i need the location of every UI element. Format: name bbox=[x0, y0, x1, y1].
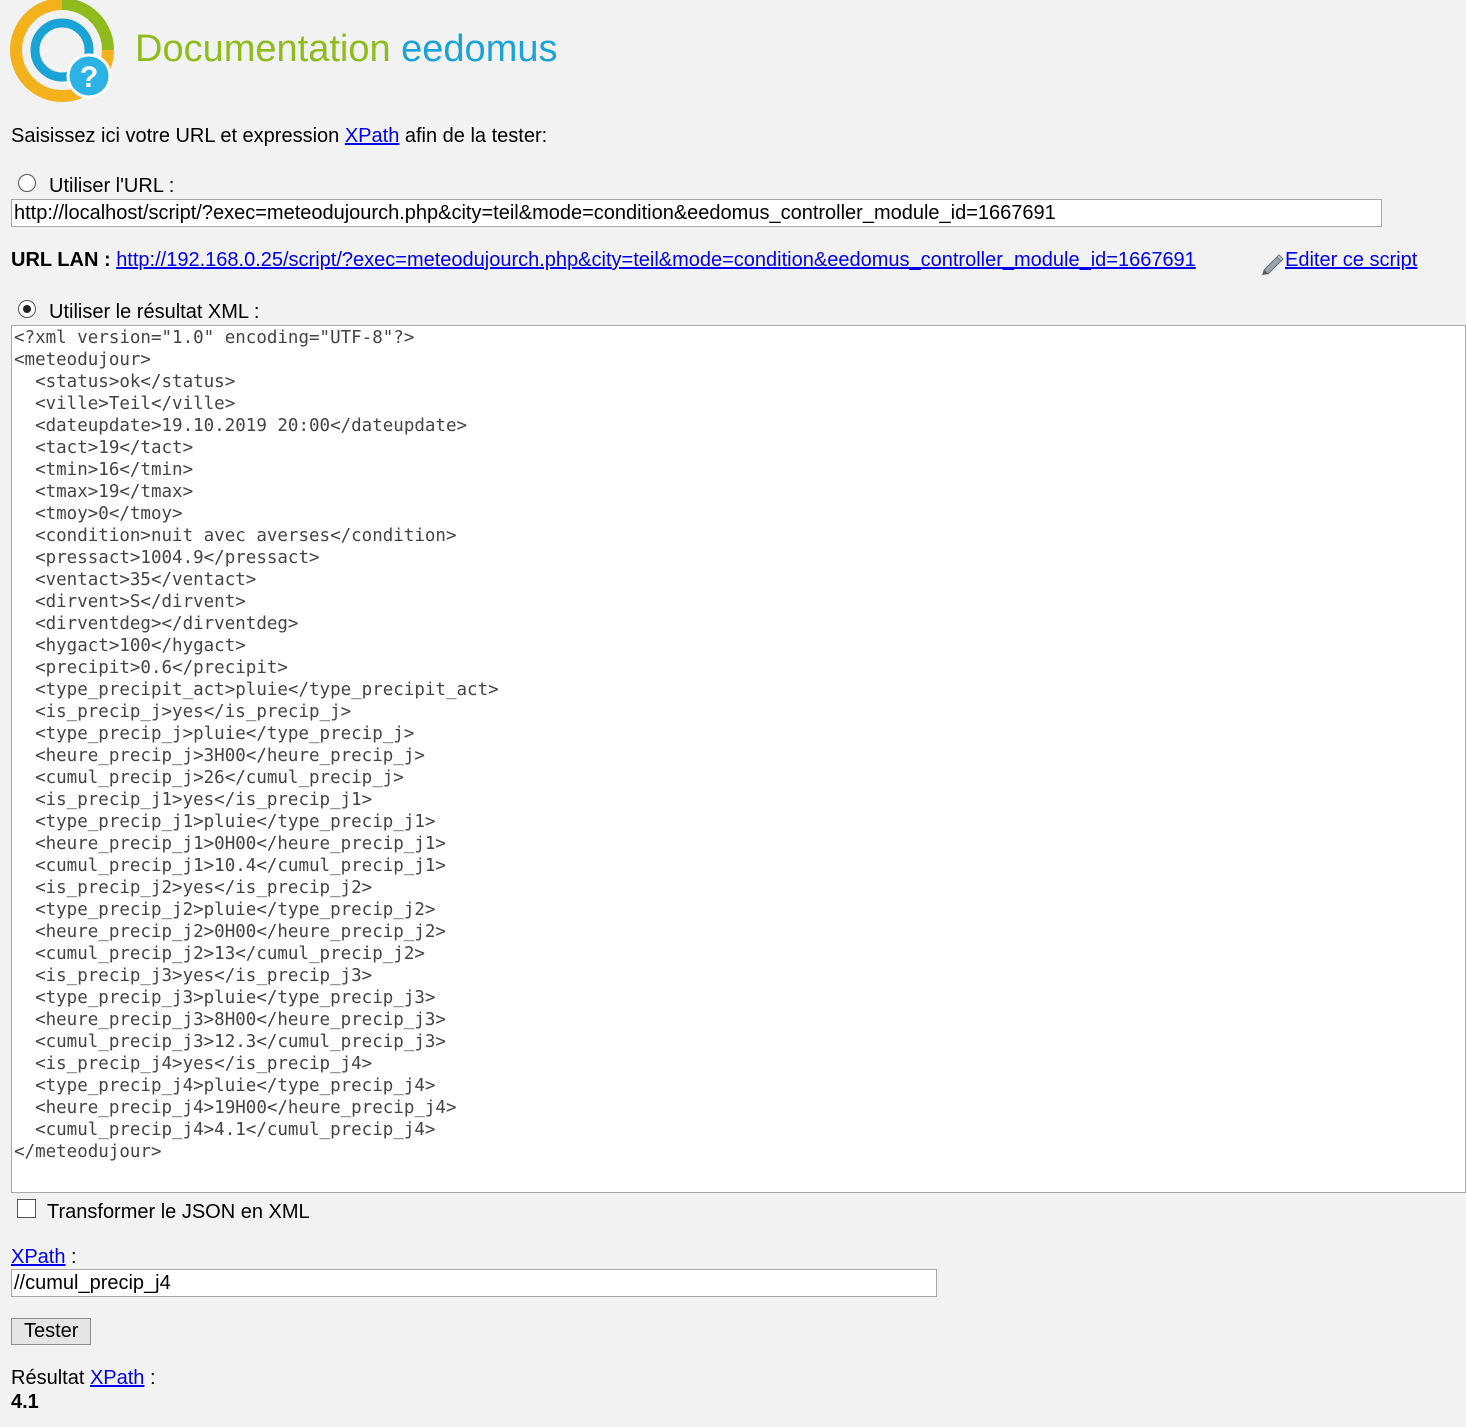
xml-textarea[interactable]: <?xml version="1.0" encoding="UTF-8"?> <… bbox=[11, 325, 1466, 1193]
json-to-xml-checkbox[interactable] bbox=[17, 1199, 36, 1218]
page-title: Documentation eedomus bbox=[135, 26, 557, 72]
xpath-link-intro[interactable]: XPath bbox=[345, 125, 399, 147]
url-lan-row: URL LAN : http://192.168.0.25/script/?ex… bbox=[11, 248, 1196, 272]
xpath-link[interactable]: XPath bbox=[11, 1246, 65, 1268]
url-input[interactable]: http://localhost/script/?exec=meteodujou… bbox=[11, 199, 1382, 227]
xpath-label: XPath : bbox=[11, 1245, 77, 1269]
result-label: Résultat XPath : bbox=[11, 1366, 156, 1390]
intro-text: Saisissez ici votre URL et expression XP… bbox=[11, 124, 547, 148]
url-lan-link[interactable]: http://192.168.0.25/script/?exec=meteodu… bbox=[116, 249, 1196, 271]
xpath-input[interactable]: //cumul_precip_j4 bbox=[11, 1269, 937, 1297]
logo-icon: ? bbox=[10, 0, 114, 103]
url-radio-label[interactable]: Utiliser l'URL : bbox=[49, 174, 174, 198]
intro-before: Saisissez ici votre URL et expression bbox=[11, 125, 345, 147]
logo-glyph: ? bbox=[80, 61, 98, 94]
edit-script-link[interactable]: Editer ce script bbox=[1285, 248, 1417, 272]
result-prefix: Résultat bbox=[11, 1367, 90, 1389]
logo: ? bbox=[10, 0, 114, 104]
result-xpath-link[interactable]: XPath bbox=[90, 1367, 144, 1389]
url-lan-label: URL LAN : bbox=[11, 249, 111, 271]
xpath-suffix: : bbox=[65, 1246, 77, 1268]
title-brand: eedomus bbox=[401, 28, 558, 70]
xml-radio[interactable] bbox=[18, 300, 36, 318]
xml-radio-label[interactable]: Utiliser le résultat XML : bbox=[49, 300, 259, 324]
intro-after: afin de la tester: bbox=[399, 125, 548, 147]
pencil-icon[interactable] bbox=[1260, 250, 1286, 276]
result-suffix: : bbox=[144, 1367, 156, 1389]
test-button[interactable]: Tester bbox=[11, 1318, 92, 1345]
title-prefix: Documentation bbox=[135, 28, 402, 70]
json-to-xml-label[interactable]: Transformer le JSON en XML bbox=[47, 1200, 310, 1224]
result-value: 4.1 bbox=[11, 1391, 39, 1413]
url-radio[interactable] bbox=[18, 174, 36, 192]
